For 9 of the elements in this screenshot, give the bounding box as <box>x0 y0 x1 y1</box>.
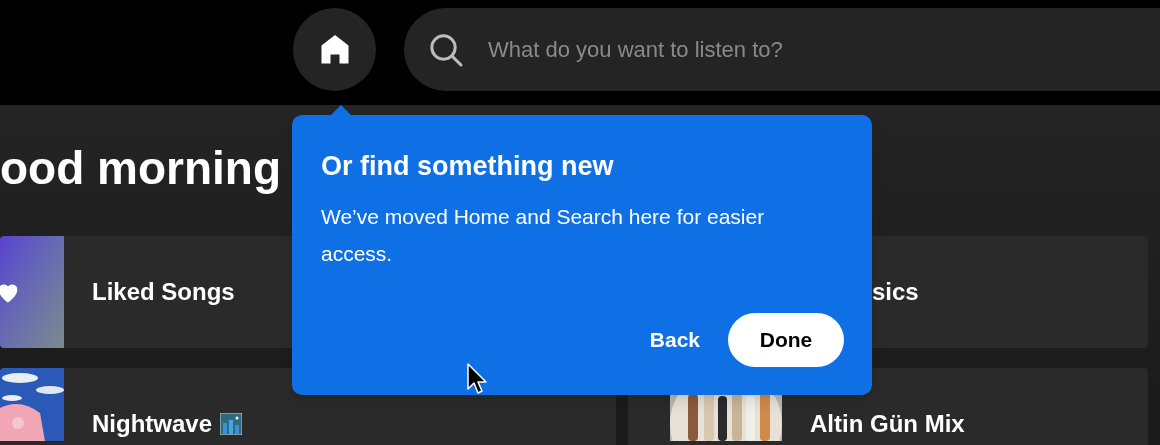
popover-title: Or find something new <box>321 150 615 183</box>
search-bar[interactable]: What do you want to listen to? <box>404 8 1160 91</box>
playlist-title: Altin Gün Mix <box>810 409 965 439</box>
done-button[interactable]: Done <box>728 313 844 367</box>
search-field[interactable]: What do you want to listen to? <box>488 33 1088 66</box>
cursor-icon <box>467 363 487 395</box>
playlist-title: Nightwave <box>92 409 213 439</box>
playlist-title: sics <box>872 277 919 307</box>
playlist-title: Liked Songs <box>92 277 235 307</box>
